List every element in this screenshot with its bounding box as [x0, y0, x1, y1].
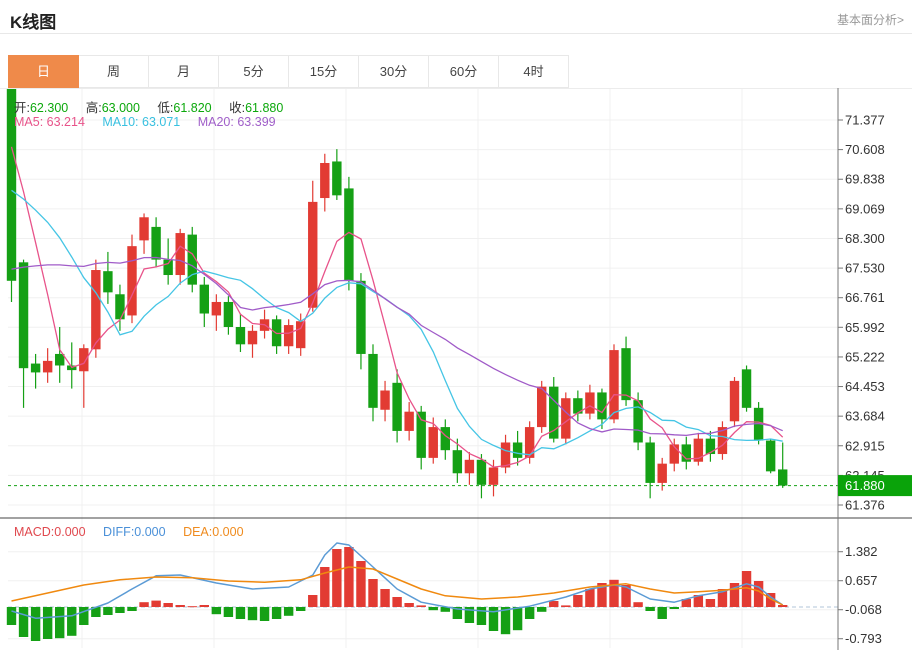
ma5-value: 63.214 [47, 115, 85, 129]
open-label: 开: [14, 101, 30, 115]
macd-value: 0.000 [54, 525, 85, 539]
dea-label: DEA: [183, 525, 212, 539]
ma20-label: MA20: [198, 115, 234, 129]
tab-15min[interactable]: 15分 [289, 55, 359, 88]
high-label: 高: [86, 101, 102, 115]
svg-text:70.608: 70.608 [845, 142, 885, 157]
ma10-value: 63.071 [142, 115, 180, 129]
svg-text:65.222: 65.222 [845, 349, 885, 364]
diff-value: 0.000 [134, 525, 165, 539]
svg-text:-0.068: -0.068 [845, 602, 882, 617]
macd-label: MACD: [14, 525, 54, 539]
diff-label: DIFF: [103, 525, 134, 539]
svg-text:69.069: 69.069 [845, 201, 885, 216]
svg-text:1.382: 1.382 [845, 544, 878, 559]
svg-text:71.377: 71.377 [845, 113, 885, 128]
tab-month[interactable]: 月 [149, 55, 219, 88]
ma10-label: MA10: [102, 115, 138, 129]
low-value: 61.820 [173, 101, 211, 115]
svg-text:61.880: 61.880 [845, 478, 885, 493]
tab-4hour[interactable]: 4时 [499, 55, 569, 88]
dea-value: 0.000 [212, 525, 243, 539]
svg-text:0.657: 0.657 [845, 573, 878, 588]
tab-60min[interactable]: 60分 [429, 55, 499, 88]
svg-text:61.376: 61.376 [845, 498, 885, 513]
ma20-value: 63.399 [237, 115, 275, 129]
kline-page: K线图 基本面分析> 日周月5分15分30分60分4时 71.37770.608… [0, 0, 912, 650]
svg-text:69.838: 69.838 [845, 172, 885, 187]
close-label: 收: [229, 101, 245, 115]
tab-day[interactable]: 日 [8, 55, 79, 88]
close-value: 61.880 [245, 101, 283, 115]
tab-5min[interactable]: 5分 [219, 55, 289, 88]
tab-week[interactable]: 周 [79, 55, 149, 88]
gridlines [8, 89, 838, 648]
svg-text:68.300: 68.300 [845, 231, 885, 246]
last-price-badge: 61.880 [838, 475, 912, 496]
svg-text:62.915: 62.915 [845, 438, 885, 453]
low-label: 低: [157, 101, 173, 115]
period-tabs: 日周月5分15分30分60分4时 [8, 55, 569, 88]
macd-info-bar: MACD:0.000 DIFF:0.000 DEA:0.000 [14, 525, 244, 539]
ohlc-info-bar: 开:62.300 高:63.000 低:61.820 收:61.880 [14, 97, 283, 116]
svg-text:63.684: 63.684 [845, 409, 885, 424]
high-value: 63.000 [102, 101, 140, 115]
ma5-label: MA5: [14, 115, 43, 129]
svg-text:65.992: 65.992 [845, 320, 885, 335]
svg-text:66.761: 66.761 [845, 290, 885, 305]
svg-text:64.453: 64.453 [845, 379, 885, 394]
y-axis-labels: 71.377 70.608 69.838 69.069 68.300 67.530 66.7… [838, 113, 885, 647]
ma-info-bar: MA5: 63.214 MA10: 63.071 MA20: 63.399 [14, 115, 276, 129]
candlestick-layer [7, 89, 788, 498]
open-value: 62.300 [30, 101, 68, 115]
svg-text:-0.793: -0.793 [845, 631, 882, 646]
tab-30min[interactable]: 30分 [359, 55, 429, 88]
svg-text:67.530: 67.530 [845, 261, 885, 276]
